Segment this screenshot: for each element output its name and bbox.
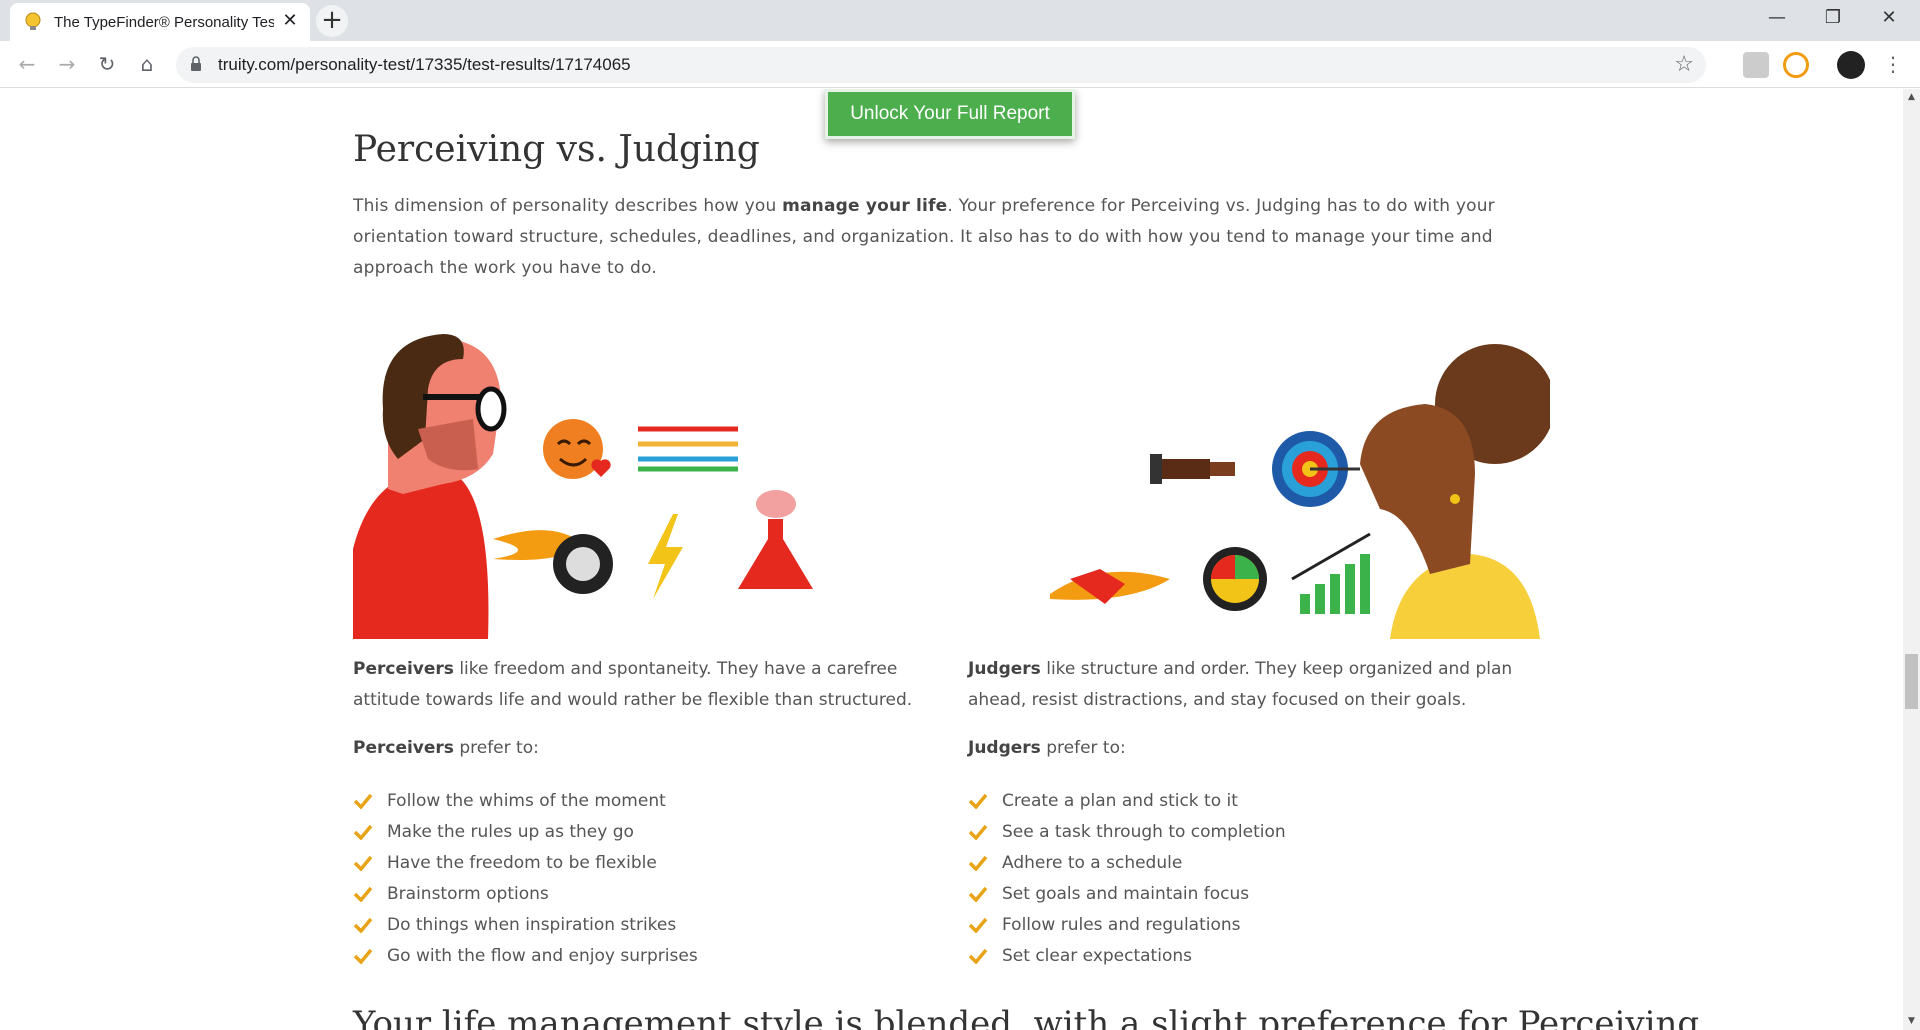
tab-strip: The TypeFinder® Personality Test ✕ + — ❐…	[0, 0, 1920, 41]
list-item: Have the freedom to be flexible	[353, 848, 913, 879]
home-button[interactable]: ⌂	[132, 49, 162, 79]
list-item: Create a plan and stick to it	[968, 786, 1528, 817]
check-icon	[968, 855, 988, 871]
section-title: Perceiving vs. Judging	[353, 129, 760, 170]
check-icon	[968, 917, 988, 933]
lock-icon	[191, 56, 201, 71]
list-item: Make the rules up as they go	[353, 817, 913, 848]
scroll-down-arrow-icon[interactable]: ▼	[1903, 1013, 1920, 1030]
perceiver-person-icon	[353, 334, 507, 639]
forward-button[interactable]: →	[52, 49, 82, 79]
growth-bar-chart-icon	[1291, 532, 1371, 614]
judger-person-icon	[1360, 344, 1550, 639]
check-icon	[353, 824, 373, 840]
section-intro: This dimension of personality describes …	[353, 196, 1495, 278]
judgers-prefer-heading: Judgers prefer to:	[968, 738, 1126, 758]
perceiver-illustration	[353, 334, 813, 639]
close-window-button[interactable]: ✕	[1861, 0, 1917, 36]
list-item: Do things when inspiration strikes	[353, 910, 913, 941]
list-item: Adhere to a schedule	[968, 848, 1528, 879]
back-button[interactable]: ←	[12, 49, 42, 79]
list-item: Follow rules and regulations	[968, 910, 1528, 941]
target-bullseye-icon	[1272, 431, 1360, 507]
lightbulb-favicon-icon	[25, 12, 41, 30]
scrollbar-thumb[interactable]	[1905, 654, 1918, 709]
address-bar[interactable]: truity.com/personality-test/17335/test-r…	[176, 47, 1706, 83]
bookmark-star-icon[interactable]: ☆	[1674, 52, 1694, 77]
check-icon	[968, 824, 988, 840]
check-icon	[968, 886, 988, 902]
perceivers-preference-list: Follow the whims of the moment Make the …	[353, 786, 913, 972]
exploding-flask-icon	[738, 490, 813, 589]
new-tab-button[interactable]: +	[316, 5, 348, 37]
extension-icon-2[interactable]	[1783, 52, 1809, 78]
perceivers-description: Perceivers like freedom and spontaneity.…	[353, 659, 913, 710]
url-text: truity.com/personality-test/17335/test-r…	[218, 55, 631, 74]
page-content: Unlock Your Full Report Perceiving vs. J…	[0, 89, 1903, 1030]
perceivers-column: Perceivers like freedom and spontaneity.…	[353, 654, 913, 972]
browser-toolbar: ← → ↻ ⌂ truity.com/personality-test/1733…	[0, 41, 1920, 88]
unlock-full-report-button[interactable]: Unlock Your Full Report	[825, 89, 1075, 139]
check-icon	[353, 917, 373, 933]
restore-button[interactable]: ❐	[1805, 0, 1861, 36]
tab-close-icon[interactable]: ✕	[280, 11, 300, 31]
next-section-heading: Your life management style is blended, w…	[353, 1004, 1700, 1030]
minimize-button[interactable]: —	[1749, 0, 1805, 36]
list-item: See a task through to completion	[968, 817, 1528, 848]
tab-title: The TypeFinder® Personality Test	[54, 14, 274, 31]
list-item: Set goals and maintain focus	[968, 879, 1528, 910]
running-man-fire-icon	[1050, 569, 1170, 604]
check-icon	[353, 793, 373, 809]
check-icon	[353, 886, 373, 902]
page-scrollbar[interactable]: ▲ ▼	[1903, 89, 1920, 1030]
check-icon	[968, 948, 988, 964]
judger-illustration	[1050, 344, 1550, 639]
check-icon	[968, 793, 988, 809]
scroll-up-arrow-icon[interactable]: ▲	[1903, 89, 1920, 106]
flaming-wheel-icon	[493, 530, 613, 594]
stopwatch-icon	[1203, 547, 1267, 611]
list-item: Set clear expectations	[968, 941, 1528, 972]
list-item: Go with the flow and enjoy surprises	[353, 941, 913, 972]
browser-tab[interactable]: The TypeFinder® Personality Test ✕	[10, 3, 310, 41]
browser-menu-icon[interactable]: ⋮	[1878, 49, 1908, 79]
list-item: Brainstorm options	[353, 879, 913, 910]
check-icon	[353, 855, 373, 871]
list-item: Follow the whims of the moment	[353, 786, 913, 817]
perceivers-prefer-heading: Perceivers prefer to:	[353, 738, 539, 758]
judgers-preference-list: Create a plan and stick to it See a task…	[968, 786, 1528, 972]
telescope-icon	[1150, 454, 1235, 484]
reload-button[interactable]: ↻	[92, 49, 122, 79]
judgers-description: Judgers like structure and order. They k…	[968, 659, 1513, 710]
lightning-bolt-icon	[648, 514, 683, 599]
check-icon	[353, 948, 373, 964]
judgers-column: Judgers like structure and order. They k…	[968, 654, 1528, 972]
profile-avatar[interactable]	[1837, 51, 1865, 79]
crossing-arrows-icon	[638, 426, 738, 472]
extension-icon[interactable]	[1743, 52, 1769, 78]
